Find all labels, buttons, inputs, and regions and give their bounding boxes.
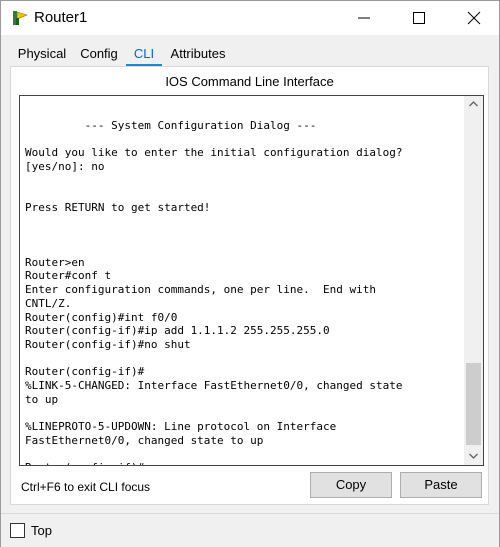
top-checkbox[interactable] [10,523,25,538]
panel-heading: IOS Command Line Interface [165,74,334,89]
router-window: Router1 Physical Config CLI Attributes I… [0,0,500,547]
minimize-button[interactable] [341,1,387,35]
tab-physical[interactable]: Physical [11,44,73,66]
paste-button[interactable]: Paste [400,472,482,498]
scroll-up-button[interactable] [464,96,483,113]
top-checkbox-label[interactable]: Top [31,523,52,538]
title-bar[interactable]: Router1 [1,1,499,35]
chevron-down-icon [469,453,478,459]
cli-console[interactable]: --- System Configuration Dialog --- Woul… [19,95,484,466]
focus-hint: Ctrl+F6 to exit CLI focus [21,480,151,494]
maximize-button[interactable] [396,1,442,35]
scroll-thumb[interactable] [466,363,481,445]
cli-panel: IOS Command Line Interface --- System Co… [10,66,489,505]
chevron-up-icon [469,101,478,107]
maximize-icon [413,12,425,24]
close-icon [467,11,481,25]
window-title: Router1 [34,9,88,26]
copy-button[interactable]: Copy [310,472,392,498]
footer-bar: Top [1,513,499,547]
tab-attributes[interactable]: Attributes [165,42,231,66]
tab-cli[interactable]: CLI [126,44,162,67]
tab-config[interactable]: Config [76,44,122,66]
console-scrollbar[interactable] [464,96,483,465]
scroll-down-button[interactable] [464,448,483,465]
close-button[interactable] [451,1,497,35]
router-app-icon [13,11,28,25]
minimize-icon [358,17,370,19]
console-output[interactable]: --- System Configuration Dialog --- Woul… [25,105,463,465]
